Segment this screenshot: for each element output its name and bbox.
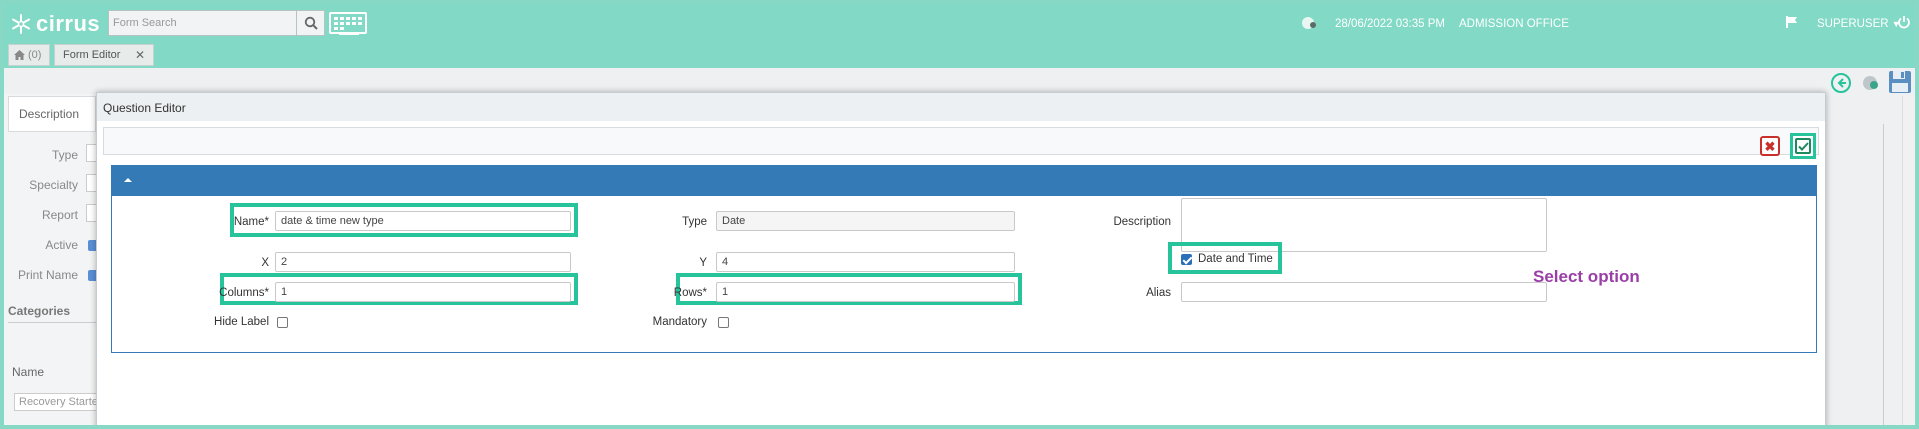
home-count: (0) [28, 49, 42, 61]
type-label: Type [682, 216, 707, 228]
close-icon: ✖ [1764, 138, 1776, 154]
y-label: Y [699, 257, 707, 269]
date-time-checkbox[interactable] [1181, 254, 1192, 265]
user-name: SUPERUSER [1817, 18, 1889, 30]
bg-printname-label: Print Name [17, 268, 78, 282]
logo-text: cirrus [36, 11, 101, 36]
back-icon[interactable] [1830, 72, 1852, 94]
tab-form-editor-label: Form Editor [63, 49, 121, 61]
cancel-button[interactable]: ✖ [1760, 136, 1780, 156]
categories-heading: Categories [8, 304, 71, 318]
question-editor-modal: Question Editor ✖ Name* date & time new … [96, 92, 1826, 425]
preview-icon[interactable] [1862, 74, 1880, 92]
select-option-annotation: Select option [1533, 267, 1640, 286]
tab-description[interactable]: Description [8, 96, 96, 132]
category-row-input[interactable]: Recovery Started [14, 393, 104, 411]
rows-input[interactable]: 1 [716, 282, 1015, 302]
name-column-header[interactable]: Name [12, 365, 44, 379]
scrollbar[interactable] [1902, 96, 1915, 425]
columns-label: Columns* [219, 287, 269, 299]
section-header[interactable] [112, 166, 1816, 196]
save-icon[interactable] [1888, 70, 1912, 94]
current-datetime: 28/06/2022 03:35 PM [1335, 18, 1445, 30]
divider [8, 322, 104, 323]
modal-toolbar [103, 127, 1819, 155]
search-icon [304, 16, 318, 30]
home-icon [14, 50, 25, 60]
top-bar: cirrus Form Search 28/06/2022 03:35 PM A… [4, 4, 1915, 42]
description-label: Description [1113, 216, 1171, 228]
check-icon [1795, 138, 1811, 154]
user-menu[interactable]: SUPERUSER ▼ [1817, 18, 1901, 30]
app-page: cirrus Form Search 28/06/2022 03:35 PM A… [4, 4, 1915, 425]
mandatory-checkbox[interactable] [718, 317, 729, 328]
form-search-input[interactable]: Form Search [108, 10, 297, 36]
confirm-button[interactable] [1790, 133, 1816, 159]
collapse-caret-icon[interactable] [124, 178, 132, 182]
office-name[interactable]: ADMISSION OFFICE [1459, 18, 1569, 30]
date-time-label: Date and Time [1198, 253, 1273, 265]
x-input[interactable]: 2 [275, 252, 571, 272]
type-input[interactable]: Date [716, 211, 1015, 231]
columns-input[interactable]: 1 [275, 282, 571, 302]
name-label: Name* [233, 216, 269, 228]
bg-specialty-label: Specialty [29, 178, 78, 192]
tab-bar: (0) Form Editor ✕ [4, 42, 1915, 68]
alias-label: Alias [1146, 287, 1171, 299]
power-icon[interactable] [1897, 15, 1911, 29]
bg-type-label: Type [51, 148, 78, 162]
question-section: Name* date & time new type Type Date Des… [111, 165, 1817, 353]
name-input[interactable]: date & time new type [275, 211, 571, 231]
bg-active-label: Active [45, 238, 78, 252]
hide-label-label: Hide Label [214, 316, 269, 328]
snowflake-icon [12, 14, 30, 34]
tab-form-editor[interactable]: Form Editor ✕ [54, 44, 154, 66]
hide-label-checkbox[interactable] [277, 317, 288, 328]
close-tab-icon[interactable]: ✕ [135, 48, 145, 62]
x-label: X [261, 257, 269, 269]
cirrus-logo[interactable]: cirrus [10, 11, 100, 37]
modal-title: Question Editor [97, 93, 1825, 121]
rows-label: Rows* [673, 287, 707, 299]
flag-icon[interactable] [1785, 15, 1799, 29]
background-right-columns [1824, 124, 1884, 425]
globe-settings-icon[interactable] [1301, 16, 1317, 30]
search-button[interactable] [297, 10, 325, 36]
alias-input[interactable] [1181, 282, 1547, 302]
y-input[interactable]: 4 [716, 252, 1015, 272]
keyboard-icon[interactable] [329, 12, 367, 35]
mandatory-label: Mandatory [652, 316, 707, 328]
tab-home[interactable]: (0) [8, 44, 50, 66]
bg-report-label: Report [41, 208, 78, 222]
